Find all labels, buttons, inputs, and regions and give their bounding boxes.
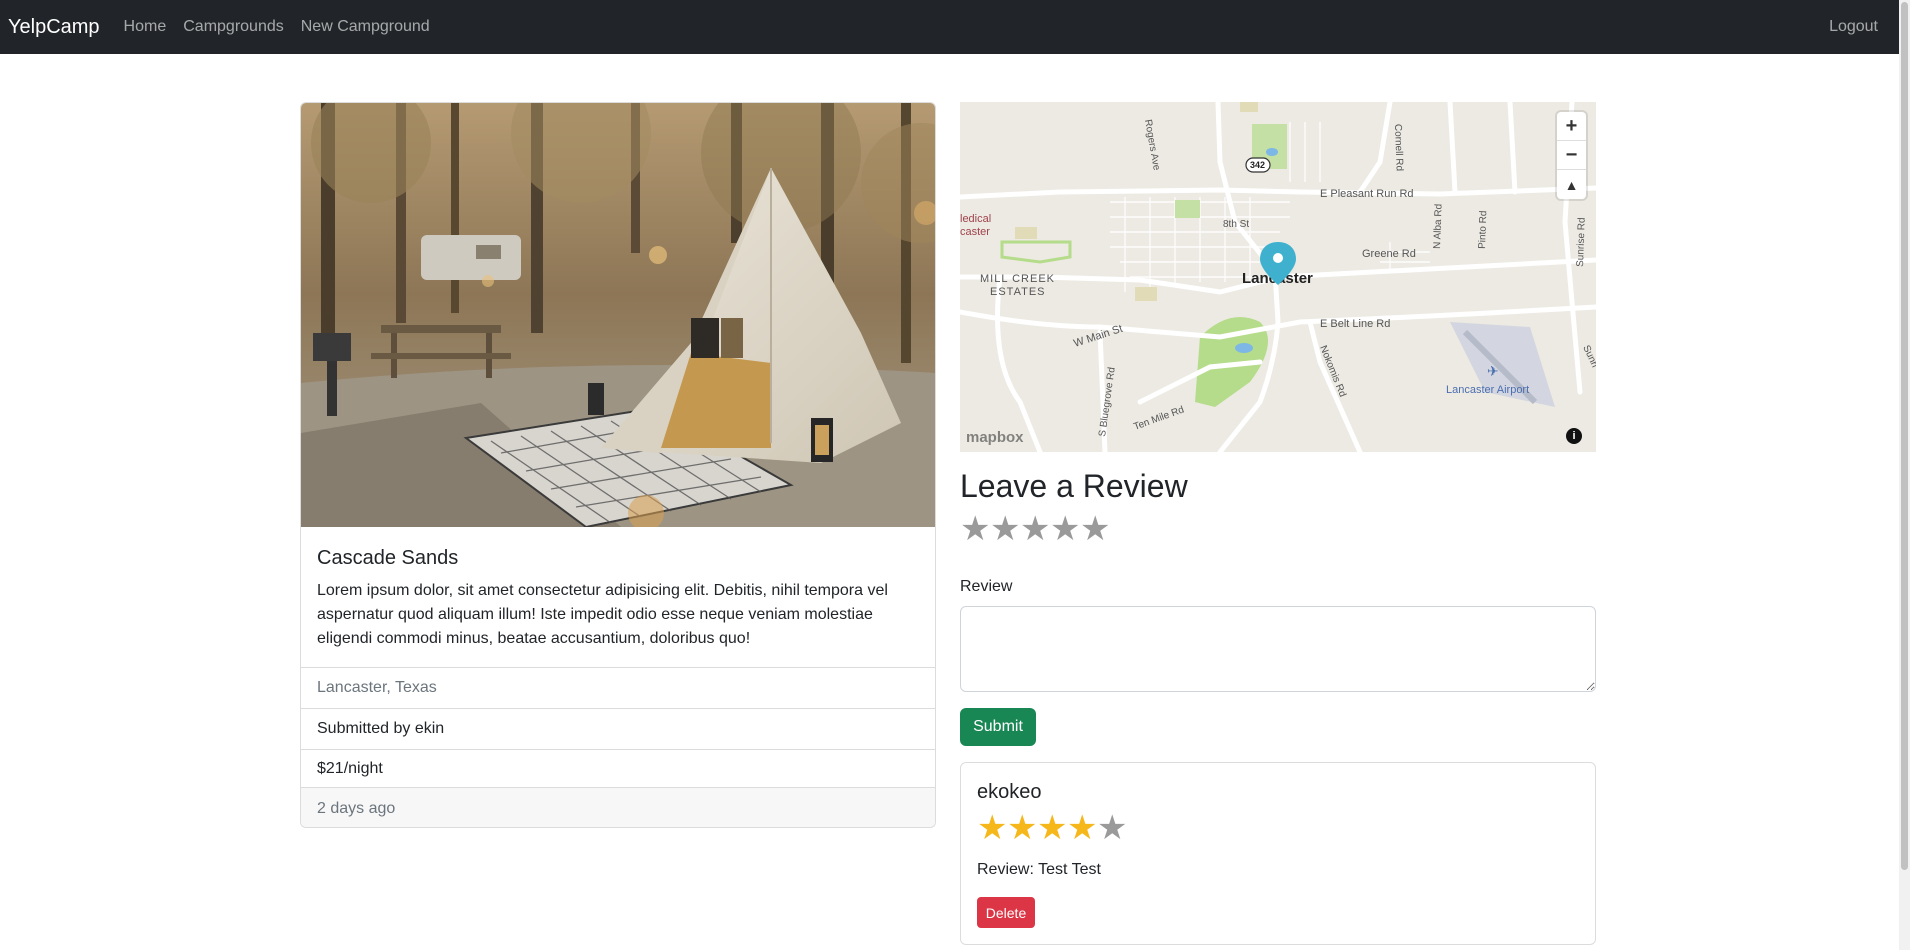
nav-link-campgrounds[interactable]: Campgrounds bbox=[183, 18, 284, 36]
review-text: Review: Test Test bbox=[977, 861, 1101, 878]
map-label-e-belt-line: E Belt Line Rd bbox=[1320, 318, 1390, 330]
map-label-mill-creek: MILL CREEK bbox=[980, 273, 1055, 285]
review-textarea[interactable] bbox=[960, 606, 1596, 692]
zoom-out-button[interactable]: − bbox=[1557, 141, 1586, 170]
rating-star-2-icon[interactable]: ★ bbox=[990, 512, 1020, 546]
tent-photo-illustration bbox=[301, 103, 935, 527]
campground-location: Lancaster, Texas bbox=[301, 667, 935, 708]
campground-card: Cascade Sands Lorem ipsum dolor, sit ame… bbox=[300, 102, 936, 828]
map-label-8th-st: 8th St bbox=[1223, 219, 1249, 230]
campground-price: $21/night bbox=[301, 749, 935, 787]
zoom-in-button[interactable]: + bbox=[1557, 112, 1586, 141]
star-rating-input[interactable]: ★ ★ ★ ★ ★ bbox=[960, 512, 1110, 546]
nav-link-home[interactable]: Home bbox=[124, 18, 167, 36]
map-label-estates: ESTATES bbox=[990, 286, 1046, 298]
map-label-sunrise-rd: Sunrise Rd bbox=[1575, 217, 1588, 267]
logout-link[interactable]: Logout bbox=[1829, 18, 1878, 36]
map-label-medical: ledical bbox=[960, 213, 991, 225]
compass-button[interactable]: ▲ bbox=[1557, 170, 1586, 199]
map-info-icon[interactable]: i bbox=[1566, 428, 1582, 444]
campground-card-body: Cascade Sands Lorem ipsum dolor, sit ame… bbox=[301, 527, 935, 667]
scrollbar-thumb[interactable] bbox=[1901, 2, 1908, 870]
map-label-greene-rd: Greene Rd bbox=[1362, 248, 1416, 260]
map-navigation-control: + − ▲ bbox=[1557, 112, 1586, 199]
review-label: Review bbox=[960, 578, 1013, 595]
filled-star-icon: ★ bbox=[1067, 809, 1098, 847]
page-scrollbar[interactable] bbox=[1899, 0, 1910, 950]
map-canvas[interactable]: E Pleasant Run Rd Greene Rd E Belt Line … bbox=[960, 102, 1596, 452]
rating-star-5-icon[interactable]: ★ bbox=[1080, 512, 1110, 546]
brand-logo[interactable]: YelpCamp bbox=[8, 16, 100, 39]
map-label-cornell-rd: Cornell Rd bbox=[1392, 124, 1405, 172]
delete-review-button[interactable]: Delete bbox=[977, 897, 1035, 928]
rating-star-3-icon[interactable]: ★ bbox=[1020, 512, 1050, 546]
map-label-pinto-rd: Pinto Rd bbox=[1477, 210, 1489, 249]
campground-author: Submitted by ekin bbox=[301, 708, 935, 749]
empty-star-icon: ★ bbox=[1097, 809, 1128, 847]
review-author: ekokeo bbox=[977, 781, 1042, 803]
navbar: YelpCamp Home Campgrounds New Campground… bbox=[0, 0, 1899, 54]
rating-star-1-icon[interactable]: ★ bbox=[960, 512, 990, 546]
campground-posted-date: 2 days ago bbox=[301, 787, 935, 827]
rating-star-4-icon[interactable]: ★ bbox=[1050, 512, 1080, 546]
nav-link-new-campground[interactable]: New Campground bbox=[301, 18, 430, 36]
review-rating-stars: ★ ★ ★ ★ ★ bbox=[977, 811, 1127, 845]
highway-shield-label: 342 bbox=[1250, 160, 1265, 170]
map-label-n-alba-rd: N Alba Rd bbox=[1432, 204, 1445, 249]
campground-photo bbox=[301, 103, 935, 527]
review-card: ekokeo ★ ★ ★ ★ ★ Review: Test Test Delete bbox=[960, 762, 1596, 945]
map-label-caster: caster bbox=[960, 226, 990, 238]
airport-icon: ✈ bbox=[1487, 363, 1499, 379]
mapbox-logo[interactable]: mapbox bbox=[966, 429, 1024, 446]
submit-review-button[interactable]: Submit bbox=[960, 708, 1036, 746]
campground-title: Cascade Sands bbox=[317, 547, 459, 569]
map-label-lancaster-airport: Lancaster Airport bbox=[1446, 384, 1529, 396]
filled-star-icon: ★ bbox=[977, 809, 1008, 847]
filled-star-icon: ★ bbox=[1007, 809, 1038, 847]
filled-star-icon: ★ bbox=[1037, 809, 1068, 847]
leave-review-heading: Leave a Review bbox=[960, 468, 1188, 504]
campground-description: Lorem ipsum dolor, sit amet consectetur … bbox=[317, 582, 888, 647]
map-label-e-pleasant-run: E Pleasant Run Rd bbox=[1320, 188, 1414, 200]
campground-map[interactable]: E Pleasant Run Rd Greene Rd E Belt Line … bbox=[960, 102, 1596, 452]
